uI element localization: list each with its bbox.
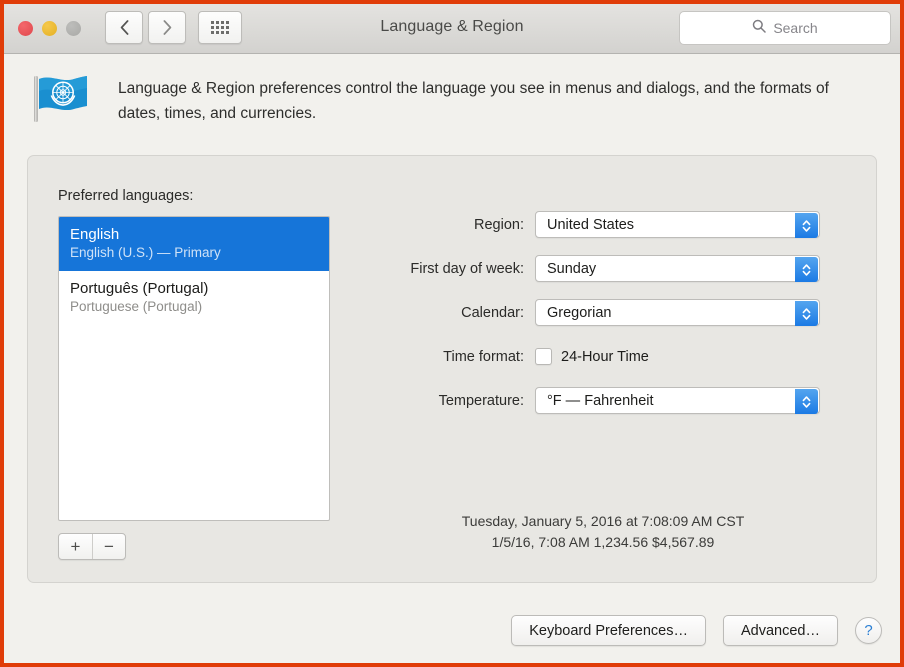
temperature-label: Temperature: [438, 392, 524, 409]
settings-group-box: Preferred languages: English English (U.… [27, 155, 877, 583]
chevron-updown-icon[interactable] [795, 257, 818, 282]
language-native-name: Português (Portugal) [70, 280, 209, 297]
region-label: Region: [474, 216, 524, 233]
advanced-button[interactable]: Advanced… [723, 615, 838, 646]
chevron-updown-icon[interactable] [795, 213, 818, 238]
region-value: United States [547, 216, 635, 233]
form-row-region: Region: United States [358, 211, 848, 238]
window-titlebar: Language & Region Search [4, 4, 900, 54]
add-remove-language-control: + − [58, 533, 126, 560]
calendar-popup-button[interactable]: Gregorian [535, 299, 820, 326]
preferred-languages-label: Preferred languages: [58, 188, 194, 204]
list-item[interactable]: English English (U.S.) — Primary [59, 217, 329, 271]
header-description-text: Language & Region preferences control th… [118, 80, 829, 122]
list-item[interactable]: Português (Portugal) Portuguese (Portuga… [59, 271, 329, 325]
first-day-of-week-popup-button[interactable]: Sunday [535, 255, 820, 282]
region-popup-button[interactable]: United States [535, 211, 820, 238]
region-settings-form: Region: United States First day of week:… [358, 211, 848, 431]
24-hour-time-label: 24-Hour Time [561, 348, 649, 365]
language-native-name: English [70, 226, 120, 243]
temperature-value: °F — Fahrenheit [547, 392, 654, 409]
search-field[interactable]: Search [679, 11, 891, 45]
sample-long-date: Tuesday, January 5, 2016 at 7:08:09 AM C… [461, 513, 745, 529]
format-samples: Tuesday, January 5, 2016 at 7:08:09 AM C… [358, 511, 848, 553]
chevron-updown-icon[interactable] [795, 389, 818, 414]
search-icon [752, 19, 767, 38]
un-flag-icon [30, 70, 92, 126]
language-english-name: Portuguese (Portugal) [70, 299, 203, 314]
form-row-time-format: Time format: 24-Hour Time [358, 343, 848, 370]
preferences-window: Language & Region Search Language & Regi… [4, 4, 900, 663]
first-day-of-week-label: First day of week: [410, 260, 524, 277]
temperature-popup-button[interactable]: °F — Fahrenheit [535, 387, 820, 414]
time-format-label: Time format: [443, 348, 524, 365]
24-hour-time-checkbox-row[interactable]: 24-Hour Time [535, 348, 649, 365]
sample-short-formats: 1/5/16, 7:08 AM 1,234.56 $4,567.89 [491, 534, 715, 550]
remove-language-button[interactable]: − [92, 534, 125, 559]
first-day-of-week-value: Sunday [547, 260, 597, 277]
footer-buttons: Keyboard Preferences… Advanced… ? [511, 615, 882, 646]
chevron-updown-icon[interactable] [795, 301, 818, 326]
form-row-calendar: Calendar: Gregorian [358, 299, 848, 326]
preferred-languages-list[interactable]: English English (U.S.) — Primary Portugu… [58, 216, 330, 521]
form-row-first-day-of-week: First day of week: Sunday [358, 255, 848, 282]
search-placeholder: Search [773, 20, 818, 36]
calendar-label: Calendar: [461, 304, 524, 321]
keyboard-preferences-button[interactable]: Keyboard Preferences… [511, 615, 706, 646]
24-hour-time-checkbox[interactable] [535, 348, 552, 365]
language-english-name: English (U.S.) — Primary [70, 245, 221, 260]
help-button[interactable]: ? [855, 617, 882, 644]
calendar-value: Gregorian [547, 304, 612, 321]
form-row-temperature: Temperature: °F — Fahrenheit [358, 387, 848, 414]
header-description-area: Language & Region preferences control th… [4, 54, 900, 144]
add-language-button[interactable]: + [59, 534, 92, 559]
